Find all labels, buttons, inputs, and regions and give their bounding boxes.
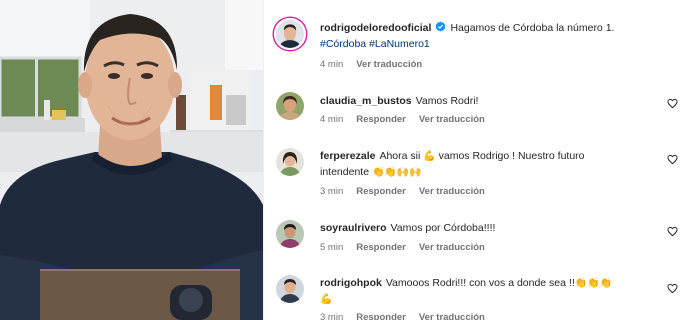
reply-button[interactable]: Responder	[356, 114, 406, 125]
caption-text: rodrigodeloredooficial Hagamos de Córdoba…	[320, 20, 650, 52]
heart-icon[interactable]	[667, 98, 678, 109]
see-translation-button[interactable]: Ver traducción	[356, 59, 422, 70]
hashtag[interactable]: #LaNumero1	[369, 38, 430, 50]
heart-icon[interactable]	[667, 154, 678, 165]
avatar[interactable]	[274, 18, 306, 50]
comment-meta: 4 min Responder Ver traducción	[320, 114, 498, 125]
avatar[interactable]	[276, 275, 304, 303]
username[interactable]: claudia_m_bustos	[320, 95, 412, 107]
reply-button[interactable]: Responder	[356, 242, 406, 253]
comment-meta: 3 min Responder Ver traducción	[320, 312, 498, 320]
comment: rodrigohpok Vamooos Rodri!!! con vos a do…	[264, 265, 681, 320]
comment-body: Vamooos Rodri!!! con vos a donde sea !!	[385, 277, 575, 289]
heart-icon[interactable]	[667, 283, 678, 294]
emoji: 👏👏🙌🙌	[371, 167, 422, 178]
comment-text: soyraulrivero Vamos por Córdoba!!!!	[320, 220, 650, 236]
see-translation-button[interactable]: Ver traducción	[419, 242, 485, 253]
comments-panel: rodrigodeloredooficial Hagamos de Córdoba…	[263, 0, 681, 320]
username[interactable]: ferperezale	[320, 150, 375, 162]
comment-text: ferperezale Ahora sii 💪 vamos Rodrigo ! N…	[320, 148, 650, 180]
post-meta: 4 min Ver traducción	[320, 59, 435, 70]
username[interactable]: rodrigohpok	[320, 277, 382, 289]
timestamp[interactable]: 4 min	[320, 114, 343, 125]
emoji: 👏👏👏	[574, 278, 613, 289]
avatar[interactable]	[276, 220, 304, 248]
timestamp[interactable]: 3 min	[320, 186, 343, 197]
caption: Hagamos de Córdoba la número 1.	[450, 22, 615, 34]
reply-button[interactable]: Responder	[356, 312, 406, 320]
avatar[interactable]	[276, 148, 304, 176]
portrait-illustration	[0, 0, 263, 320]
reply-button[interactable]: Responder	[356, 186, 406, 197]
see-translation-button[interactable]: Ver traducción	[419, 312, 485, 320]
comment: claudia_m_bustos Vamos Rodri! 4 min Respon…	[264, 80, 681, 140]
see-translation-button[interactable]: Ver traducción	[419, 114, 485, 125]
emoji: 💪	[320, 294, 333, 305]
comment: soyraulrivero Vamos por Córdoba!!!! 5 min…	[264, 210, 681, 265]
hashtag[interactable]: #Córdoba	[320, 38, 366, 50]
comment-body: intendente	[320, 166, 370, 178]
comment-meta: 5 min Responder Ver traducción	[320, 242, 498, 253]
username[interactable]: rodrigodeloredooficial	[320, 22, 431, 34]
comment-text: rodrigohpok Vamooos Rodri!!! con vos a do…	[320, 275, 650, 307]
post-caption: rodrigodeloredooficial Hagamos de Córdoba…	[264, 0, 681, 80]
comment-text: claudia_m_bustos Vamos Rodri!	[320, 93, 650, 109]
timestamp[interactable]: 5 min	[320, 242, 343, 253]
avatar[interactable]	[276, 92, 304, 120]
see-translation-button[interactable]: Ver traducción	[419, 186, 485, 197]
comment-meta: 3 min Responder Ver traducción	[320, 186, 498, 197]
verified-badge-icon	[436, 21, 446, 32]
username[interactable]: soyraulrivero	[320, 222, 387, 234]
heart-icon[interactable]	[667, 226, 678, 237]
comment-body: Vamos Rodri!	[415, 95, 479, 107]
emoji: 💪	[423, 151, 436, 162]
comment: ferperezale Ahora sii 💪 vamos Rodrigo ! N…	[264, 140, 681, 210]
comment-body: Vamos por Córdoba!!!!	[390, 222, 496, 234]
comment-body: Ahora sii	[379, 150, 421, 162]
comment-body: vamos Rodrigo ! Nuestro futuro	[438, 150, 585, 162]
timestamp[interactable]: 3 min	[320, 312, 343, 320]
timestamp[interactable]: 4 min	[320, 59, 343, 70]
post-photo	[0, 0, 263, 320]
